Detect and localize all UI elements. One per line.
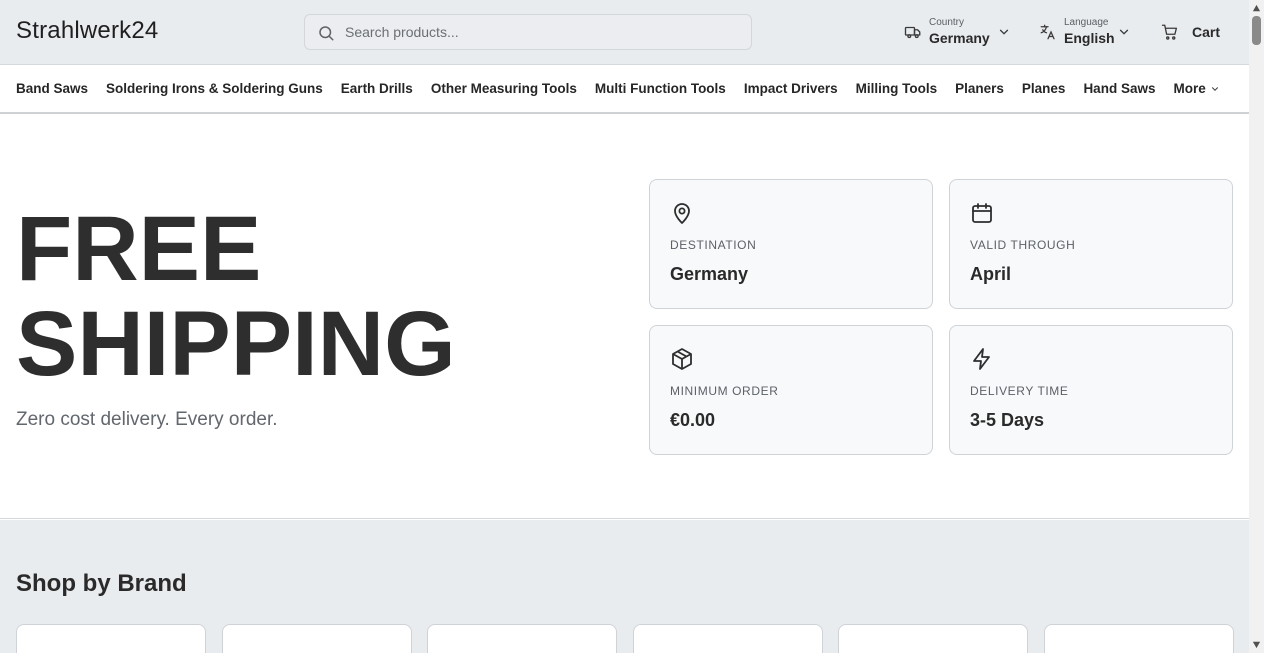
hero-subtitle: Zero cost delivery. Every order. [16,409,278,430]
country-label: Country [929,17,965,28]
package-icon [672,348,692,370]
category-link-measuring-tools[interactable]: Other Measuring Tools [431,81,577,96]
brand-card[interactable] [633,624,823,653]
map-pin-icon [674,203,690,224]
search-bar[interactable] [304,14,752,50]
info-card-valid-through: VALID THROUGH April [949,179,1233,309]
more-label: More [1173,81,1206,96]
hero-title: FREE SHIPPING [16,202,456,392]
brand-card[interactable] [427,624,617,653]
calendar-icon [972,203,992,223]
info-card-delivery-time: DELIVERY TIME 3-5 Days [949,325,1233,455]
category-link-earth-drills[interactable]: Earth Drills [341,81,413,96]
category-nav: Band Saws Soldering Irons & Soldering Gu… [0,65,1249,114]
search-icon [319,26,334,41]
card-value: 3-5 Days [970,410,1045,430]
language-selector[interactable]: Language English [1039,14,1134,50]
chevron-down-icon [1211,86,1218,91]
cart-label: Cart [1192,24,1221,40]
language-label: Language [1064,17,1109,28]
scroll-up-arrow-icon[interactable] [1252,4,1261,13]
info-card-minimum-order: MINIMUM ORDER €0.00 [649,325,933,455]
brand-card[interactable] [16,624,206,653]
page-scrollbar[interactable] [1249,0,1264,653]
translate-icon [1040,24,1055,40]
more-menu-button[interactable]: More [1173,81,1219,96]
category-link-band-saws[interactable]: Band Saws [16,81,88,96]
chevron-down-icon [1119,29,1129,35]
hero-section: FREE SHIPPING Zero cost delivery. Every … [0,115,1249,519]
cart-button[interactable]: Cart [1160,14,1230,50]
category-link-milling-tools[interactable]: Milling Tools [856,81,938,96]
category-link-planers[interactable]: Planers [955,81,1004,96]
card-label: VALID THROUGH [970,238,1076,252]
info-card-destination: DESTINATION Germany [649,179,933,309]
site-header: Strahlwerk24 Country Germany Language En… [0,0,1249,65]
lightning-icon [973,348,990,370]
scrollbar-thumb[interactable] [1252,16,1261,45]
brand-card[interactable] [1044,624,1234,653]
brand-card[interactable] [838,624,1028,653]
brands-section: Shop by Brand [0,520,1249,653]
hero-title-line-2: SHIPPING [16,293,456,395]
category-link-multi-function-tools[interactable]: Multi Function Tools [595,81,726,96]
card-label: DESTINATION [670,238,757,252]
section-title: Shop by Brand [16,570,187,597]
card-label: DELIVERY TIME [970,384,1069,398]
card-label: MINIMUM ORDER [670,384,779,398]
category-link-hand-saws[interactable]: Hand Saws [1083,81,1155,96]
category-link-planes[interactable]: Planes [1022,81,1066,96]
site-logo[interactable]: Strahlwerk24 [16,17,158,45]
page: Strahlwerk24 Country Germany Language En… [0,0,1249,653]
card-value: Germany [670,264,749,284]
category-link-soldering[interactable]: Soldering Irons & Soldering Guns [106,81,323,96]
card-value: €0.00 [670,410,716,430]
cart-icon [1161,24,1178,40]
truck-icon [904,26,921,39]
chevron-down-icon [999,29,1009,35]
category-link-impact-drivers[interactable]: Impact Drivers [744,81,838,96]
language-value: English [1064,30,1115,46]
card-value: April [970,264,1012,284]
search-input[interactable] [345,15,745,49]
country-value: Germany [929,30,990,46]
brand-card[interactable] [222,624,412,653]
hero-title-line-1: FREE [16,198,262,300]
country-selector[interactable]: Country Germany [904,14,1014,50]
scroll-down-arrow-icon[interactable] [1252,640,1261,649]
